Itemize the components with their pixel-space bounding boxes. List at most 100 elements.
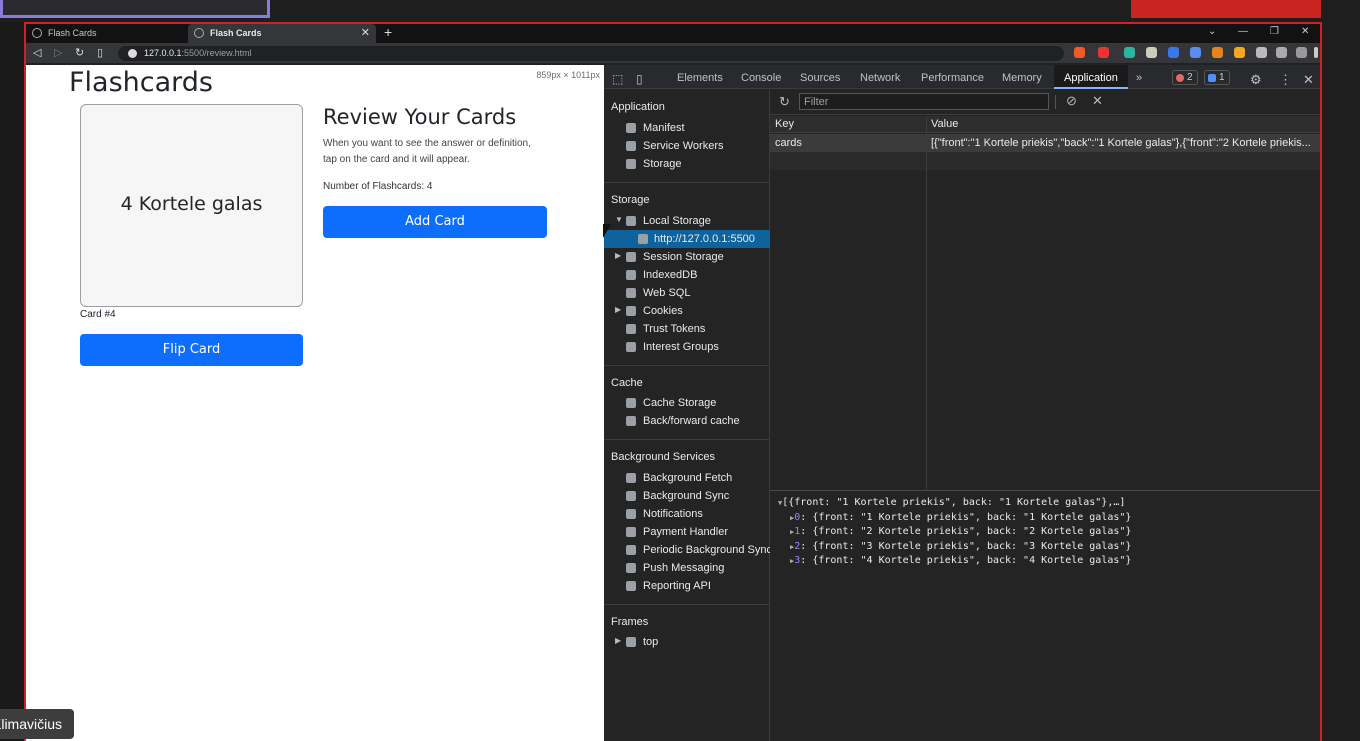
extension-icon[interactable] — [1168, 47, 1179, 58]
puzzle-icon[interactable] — [1256, 47, 1267, 58]
sidebar-item-background-fetch[interactable]: Background Fetch — [604, 469, 770, 487]
forward-icon[interactable]: ▷ — [54, 46, 62, 59]
sidebar-item-bfcache[interactable]: Back/forward cache — [604, 412, 770, 430]
sidebar-item-trust-tokens[interactable]: Trust Tokens — [604, 320, 770, 338]
tab-console[interactable]: Console — [741, 65, 781, 89]
sidebar-item-label: Local Storage — [643, 215, 711, 227]
extension-icon[interactable] — [1124, 47, 1135, 58]
tab-sources[interactable]: Sources — [800, 65, 840, 89]
extension-icon[interactable] — [1190, 47, 1201, 58]
tab-network[interactable]: Network — [860, 65, 900, 89]
divider — [604, 182, 770, 183]
tab-flash-cards-2[interactable]: Flash Cards ✕ — [188, 24, 376, 43]
sync-icon — [626, 491, 636, 501]
flashcard[interactable]: 4 Kortele galas — [80, 104, 303, 307]
sidebar-item-service-workers[interactable]: Service Workers — [604, 137, 770, 155]
menu-icon[interactable] — [1314, 47, 1318, 58]
reload-icon[interactable]: ↻ — [75, 46, 84, 59]
sidebar-item-periodic-sync[interactable]: Periodic Background Sync — [604, 541, 772, 559]
flip-card-button[interactable]: Flip Card — [80, 334, 303, 366]
kebab-menu-icon[interactable]: ⋮ — [1279, 65, 1292, 89]
card-number-label: Card #4 — [80, 309, 116, 320]
viewport-dimensions: 859px × 1011px — [536, 70, 600, 80]
grid-icon — [626, 216, 636, 226]
collapsed-triangle-icon[interactable]: ▶ — [615, 251, 621, 260]
url-input[interactable]: 127.0.0.1:5500/review.html — [118, 46, 1064, 61]
delete-selected-icon[interactable]: ✕ — [1092, 93, 1103, 109]
tab-application[interactable]: Application — [1054, 65, 1128, 89]
tab-elements[interactable]: Elements — [677, 65, 723, 89]
extension-icon[interactable] — [1234, 47, 1245, 58]
extension-icon[interactable] — [1146, 47, 1157, 58]
database-icon — [626, 324, 636, 334]
column-header-key[interactable]: Key — [775, 118, 794, 130]
settings-gear-icon[interactable]: ⚙ — [1250, 65, 1262, 89]
sidebar-item-background-sync[interactable]: Background Sync — [604, 487, 770, 505]
database-icon — [626, 159, 636, 169]
preview-item[interactable]: {front: "3 Kortele priekis", back: "3 Ko… — [812, 541, 1131, 552]
sidebar-item-label: Background Fetch — [643, 472, 733, 484]
restore-button[interactable]: ❐ — [1270, 26, 1279, 37]
preview-item[interactable]: {front: "4 Kortele priekis", back: "4 Ko… — [812, 555, 1131, 566]
site-info-icon[interactable] — [128, 49, 137, 58]
database-icon — [626, 270, 636, 280]
reading-list-icon[interactable] — [1276, 47, 1287, 58]
refresh-icon[interactable]: ↻ — [779, 94, 790, 110]
sidebar-item-payment-handler[interactable]: Payment Handler — [604, 523, 770, 541]
collapsed-triangle-icon[interactable]: ▶ — [615, 305, 621, 314]
column-header-value[interactable]: Value — [931, 118, 958, 130]
sidebar-item-notifications[interactable]: Notifications — [604, 505, 770, 523]
sidebar-item-local-origin[interactable]: http://127.0.0.1:5500 — [604, 230, 770, 248]
globe-icon — [32, 28, 42, 38]
sidebar-item-cookies[interactable]: ▶ Cookies — [604, 302, 770, 320]
more-tabs-icon[interactable]: » — [1136, 65, 1142, 89]
sidebar-item-cache-storage[interactable]: Cache Storage — [604, 394, 770, 412]
gear-icon — [626, 141, 636, 151]
tab-search-icon[interactable]: ⌄ — [1208, 26, 1216, 37]
error-count-badge[interactable]: 2 — [1172, 70, 1198, 85]
close-window-button[interactable]: ✕ — [1301, 26, 1309, 37]
sidebar-item-frame-top[interactable]: ▶ top — [604, 633, 770, 651]
collapsed-triangle-icon[interactable]: ▶ — [615, 636, 621, 645]
column-divider[interactable] — [926, 116, 927, 490]
preview-item[interactable]: {front: "2 Kortele priekis", back: "2 Ko… — [812, 526, 1131, 537]
wallet-icon[interactable] — [1296, 47, 1307, 58]
sidebar-item-indexeddb[interactable]: IndexedDB — [604, 266, 770, 284]
device-toggle-icon[interactable]: ▯ — [636, 65, 643, 89]
expanded-triangle-icon[interactable]: ▼ — [615, 215, 623, 224]
close-tab-icon[interactable]: ✕ — [361, 26, 370, 39]
sidebar-item-reporting-api[interactable]: Reporting API — [604, 577, 770, 595]
add-card-button[interactable]: Add Card — [323, 206, 547, 238]
metamask-icon[interactable] — [1212, 47, 1223, 58]
new-tab-button[interactable]: + — [384, 24, 392, 40]
sidebar-item-local-storage[interactable]: ▼ Local Storage — [604, 212, 770, 230]
tab-flash-cards-1[interactable]: Flash Cards — [26, 24, 186, 43]
tab-title: Flash Cards — [48, 28, 97, 38]
close-devtools-icon[interactable]: ✕ — [1303, 65, 1314, 89]
sidebar-item-web-sql[interactable]: Web SQL — [604, 284, 770, 302]
minimize-button[interactable]: — — [1238, 26, 1248, 37]
sidebar-item-storage[interactable]: Storage — [604, 155, 770, 173]
preview-item[interactable]: {front: "1 Kortele priekis", back: "1 Ko… — [812, 512, 1131, 523]
clear-all-icon[interactable]: ⊘ — [1066, 93, 1077, 109]
tab-performance[interactable]: Performance — [921, 65, 984, 89]
table-row[interactable]: cards [{"front":"1 Kortele priekis","bac… — [770, 134, 1320, 152]
section-frames: Frames — [611, 616, 649, 628]
url-host: 127.0.0.1 — [144, 48, 182, 58]
bookmark-icon[interactable]: ▯ — [97, 46, 103, 59]
filter-input[interactable]: Filter — [799, 93, 1049, 110]
tab-strip: Flash Cards Flash Cards ✕ + ⌄ — ❐ ✕ — [26, 24, 1320, 43]
address-bar-row: ◁ ▷ ↻ ▯ 127.0.0.1:5500/review.html — [26, 43, 1320, 63]
preview-split-handle[interactable] — [770, 490, 1320, 491]
sidebar-item-interest-groups[interactable]: Interest Groups — [604, 338, 770, 356]
message-icon — [1208, 74, 1216, 82]
tab-memory[interactable]: Memory — [1002, 65, 1042, 89]
brave-rewards-icon[interactable] — [1098, 47, 1109, 58]
brave-shield-icon[interactable] — [1074, 47, 1085, 58]
sidebar-item-manifest[interactable]: Manifest — [604, 119, 770, 137]
sidebar-item-push-messaging[interactable]: Push Messaging — [604, 559, 770, 577]
sidebar-item-session-storage[interactable]: ▶ Session Storage — [604, 248, 770, 266]
inspect-icon[interactable]: ⬚ — [612, 65, 623, 89]
back-icon[interactable]: ◁ — [33, 46, 41, 59]
message-count-badge[interactable]: 1 — [1204, 70, 1230, 85]
